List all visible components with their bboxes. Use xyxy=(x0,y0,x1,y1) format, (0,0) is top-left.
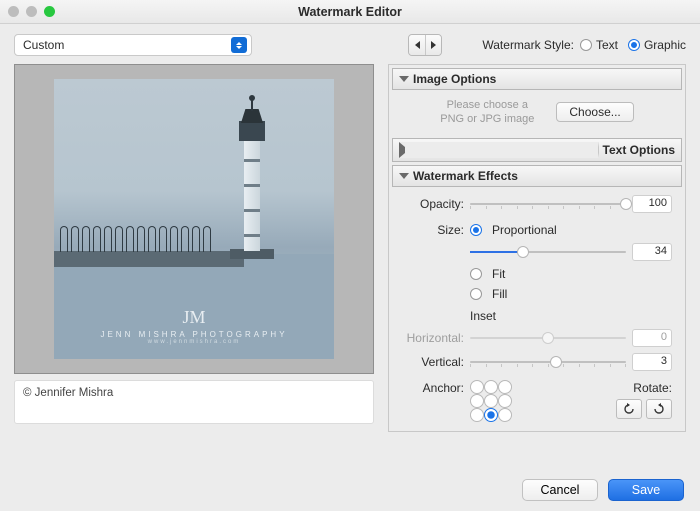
save-button[interactable]: Save xyxy=(608,479,684,501)
inset-label: Inset xyxy=(470,309,496,323)
dialog-footer: Cancel Save xyxy=(522,479,684,501)
rotate-cw-button[interactable] xyxy=(646,399,672,419)
opacity-slider[interactable] xyxy=(470,197,626,211)
size-value[interactable]: 34 xyxy=(632,243,672,261)
opacity-value[interactable]: 100 xyxy=(632,195,672,213)
anchor-bc[interactable] xyxy=(484,408,498,422)
choose-button[interactable]: Choose... xyxy=(556,102,633,122)
next-preset-button[interactable] xyxy=(425,35,441,55)
anchor-grid[interactable] xyxy=(470,381,512,423)
preview-frame: JM JENN MISHRA PHOTOGRAPHY www.jennmishr… xyxy=(14,64,374,374)
updown-icon xyxy=(231,37,247,53)
size-label: Size: xyxy=(402,223,464,237)
window-title: Watermark Editor xyxy=(0,5,700,19)
anchor-tl[interactable] xyxy=(470,380,484,394)
style-label: Watermark Style: xyxy=(482,38,574,52)
image-hint: Please choose a PNG or JPG image xyxy=(440,98,534,127)
anchor-ml[interactable] xyxy=(470,394,484,408)
horizontal-value: 0 xyxy=(632,329,672,347)
style-graphic-radio[interactable] xyxy=(628,39,640,51)
image-options-header[interactable]: Image Options xyxy=(392,68,682,90)
anchor-tc[interactable] xyxy=(484,380,498,394)
disclosure-down-icon xyxy=(399,76,409,82)
anchor-tr[interactable] xyxy=(498,380,512,394)
preset-stepper[interactable] xyxy=(408,34,442,56)
preset-selected-label: Custom xyxy=(23,38,64,52)
watermark-overlay: JM JENN MISHRA PHOTOGRAPHY www.jennmishr… xyxy=(54,307,334,345)
options-panel: Image Options Please choose a PNG or JPG… xyxy=(388,64,686,432)
rotate-ccw-button[interactable] xyxy=(616,399,642,419)
vertical-label: Vertical: xyxy=(402,355,464,369)
vertical-value[interactable]: 3 xyxy=(632,353,672,371)
rotate-cw-icon xyxy=(652,403,666,415)
copyright-field[interactable]: © Jennifer Mishra xyxy=(14,380,374,424)
size-fit-radio[interactable] xyxy=(470,268,482,280)
rotate-label: Rotate: xyxy=(616,381,672,395)
rotate-ccw-icon xyxy=(622,403,636,415)
prev-preset-button[interactable] xyxy=(409,35,425,55)
anchor-mr[interactable] xyxy=(498,394,512,408)
watermark-effects-header[interactable]: Watermark Effects xyxy=(392,165,682,187)
anchor-label: Anchor: xyxy=(402,381,464,395)
top-row: Custom Watermark Style: Text Graphic xyxy=(0,24,700,64)
preset-select[interactable]: Custom xyxy=(14,34,252,56)
disclosure-right-icon xyxy=(399,142,599,158)
anchor-mc[interactable] xyxy=(484,394,498,408)
anchor-bl[interactable] xyxy=(470,408,484,422)
anchor-br[interactable] xyxy=(498,408,512,422)
vertical-slider[interactable] xyxy=(470,355,626,369)
size-proportional-radio[interactable] xyxy=(470,224,482,236)
preview-image: JM JENN MISHRA PHOTOGRAPHY www.jennmishr… xyxy=(54,79,334,359)
titlebar: Watermark Editor xyxy=(0,0,700,24)
opacity-label: Opacity: xyxy=(402,197,464,211)
disclosure-down-icon xyxy=(399,173,409,179)
horizontal-slider xyxy=(470,331,626,345)
text-options-header[interactable]: Text Options xyxy=(392,138,682,162)
style-text-radio[interactable] xyxy=(580,39,592,51)
style-graphic-label: Graphic xyxy=(644,38,686,52)
size-slider[interactable] xyxy=(470,245,626,259)
cancel-button[interactable]: Cancel xyxy=(522,479,598,501)
size-fill-radio[interactable] xyxy=(470,288,482,300)
horizontal-label: Horizontal: xyxy=(402,331,464,345)
style-text-label: Text xyxy=(596,38,618,52)
